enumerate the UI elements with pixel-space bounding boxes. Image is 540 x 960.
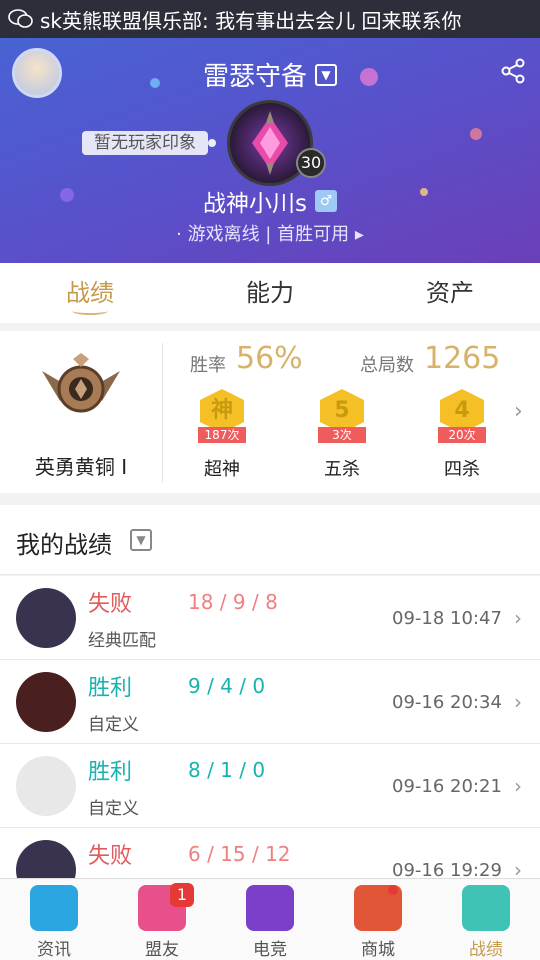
chevron-down-icon: ▼ xyxy=(315,63,337,86)
match-row[interactable]: 胜利 9 / 4 / 0 自定义 09-16 20:34 › xyxy=(0,660,540,744)
notification-bar[interactable]: sk英熊联盟俱乐部: 我有事出去会儿 回来联系你 xyxy=(0,0,540,38)
match-mode: 自定义 xyxy=(88,715,139,735)
quadrakill-title: 四杀 xyxy=(444,459,480,480)
esports-icon xyxy=(246,885,294,931)
nav-label: 电竞 xyxy=(253,940,287,960)
match-row[interactable]: 失败 18 / 9 / 8 经典匹配 09-18 10:47 › xyxy=(0,576,540,660)
match-kda: 8 / 1 / 0 xyxy=(188,758,266,782)
server-name: 雷瑟守备 xyxy=(202,62,307,92)
nav-label: 盟友 xyxy=(145,940,179,960)
nav-label: 商城 xyxy=(361,940,395,960)
nav-news[interactable]: 资讯 xyxy=(0,879,108,960)
champion-avatar xyxy=(16,672,76,732)
match-kda: 6 / 15 / 12 xyxy=(188,842,291,866)
chevron-down-icon[interactable]: ▼ xyxy=(130,529,152,551)
match-result: 胜利 xyxy=(88,676,133,701)
match-time: 09-18 10:47 xyxy=(392,608,502,629)
nav-shop[interactable]: 商城 xyxy=(324,879,432,960)
quadrakill-badge: 4 20次 xyxy=(430,381,494,453)
pentakill-title: 五杀 xyxy=(324,459,360,480)
male-icon: ♂ xyxy=(314,190,337,212)
match-result: 失败 xyxy=(88,844,133,869)
match-time: 09-16 20:34 xyxy=(392,692,502,713)
nav-record[interactable]: 战绩 xyxy=(432,879,540,960)
bronze-rank-emblem-icon xyxy=(42,353,120,413)
chevron-right-icon: › xyxy=(514,690,522,714)
player-name: 战神小川s xyxy=(203,191,307,217)
wechat-icon xyxy=(8,9,33,28)
pentakill-badge: 5 3次 xyxy=(310,381,374,453)
nav-label: 资讯 xyxy=(37,940,71,960)
match-result: 胜利 xyxy=(88,760,133,785)
stats-panel[interactable]: 英勇黄铜 I 胜率 56% 总局数 1265 神 187次 超神 5 3次 五杀… xyxy=(0,331,540,493)
tab-assets[interactable]: 资产 xyxy=(360,263,540,323)
match-mode: 自定义 xyxy=(88,799,139,819)
chevron-right-icon[interactable]: › xyxy=(514,399,523,424)
match-mode: 经典匹配 xyxy=(88,631,156,651)
record-icon xyxy=(462,885,510,931)
nav-friends[interactable]: 1 盟友 xyxy=(108,879,216,960)
pentakill-count: 3次 xyxy=(318,427,366,443)
player-name-row: 战神小川s ♂ xyxy=(0,184,540,218)
nav-esports[interactable]: 电竞 xyxy=(216,879,324,960)
notification-dot xyxy=(388,885,398,895)
match-kda: 9 / 4 / 0 xyxy=(188,674,266,698)
legendary-count: 187次 xyxy=(198,427,246,443)
my-records-header[interactable]: 我的战绩 ▼ xyxy=(0,505,540,575)
my-records-title: 我的战绩 xyxy=(16,531,112,559)
nav-label: 战绩 xyxy=(469,940,503,960)
tab-bar: 战绩 能力 资产 xyxy=(0,263,540,323)
player-impression-tag[interactable]: 暂无玩家印象 xyxy=(82,131,216,155)
total-games-value: 1265 xyxy=(424,341,501,376)
quadrakill-count: 20次 xyxy=(438,427,486,443)
divider xyxy=(162,343,163,483)
match-result: 失败 xyxy=(88,592,133,617)
win-rate-value: 56% xyxy=(236,341,303,376)
player-status[interactable]: · 游戏离线 | 首胜可用 ▸ xyxy=(0,220,540,246)
legendary-badge: 神 187次 xyxy=(190,381,254,453)
match-row[interactable]: 胜利 8 / 1 / 0 自定义 09-16 20:21 › xyxy=(0,744,540,828)
server-selector[interactable]: 雷瑟守备 ▼ xyxy=(0,56,540,93)
level-badge: 30 xyxy=(296,148,326,178)
tab-records[interactable]: 战绩 xyxy=(0,263,180,323)
notification-badge: 1 xyxy=(170,883,194,907)
chevron-right-icon: › xyxy=(514,774,522,798)
chevron-right-icon: › xyxy=(514,606,522,630)
rank-name: 英勇黄铜 I xyxy=(34,455,128,479)
news-icon xyxy=(30,885,78,931)
win-rate-label: 胜率 xyxy=(190,355,226,376)
champion-avatar xyxy=(16,588,76,648)
match-time: 09-16 20:21 xyxy=(392,776,502,797)
champion-avatar xyxy=(16,756,76,816)
tab-ability[interactable]: 能力 xyxy=(180,263,360,323)
profile-header: 雷瑟守备 ▼ 暂无玩家印象 30 战神小川s ♂ · 游戏离线 | 首胜可用 ▸ xyxy=(0,38,540,263)
bottom-nav: 资讯 1 盟友 电竞 商城 战绩 xyxy=(0,878,540,960)
total-games-label: 总局数 xyxy=(360,355,414,376)
legendary-title: 超神 xyxy=(204,459,240,480)
share-icon[interactable] xyxy=(500,58,526,84)
notification-text: sk英熊联盟俱乐部: 我有事出去会儿 回来联系你 xyxy=(40,8,462,33)
match-kda: 18 / 9 / 8 xyxy=(188,590,278,614)
